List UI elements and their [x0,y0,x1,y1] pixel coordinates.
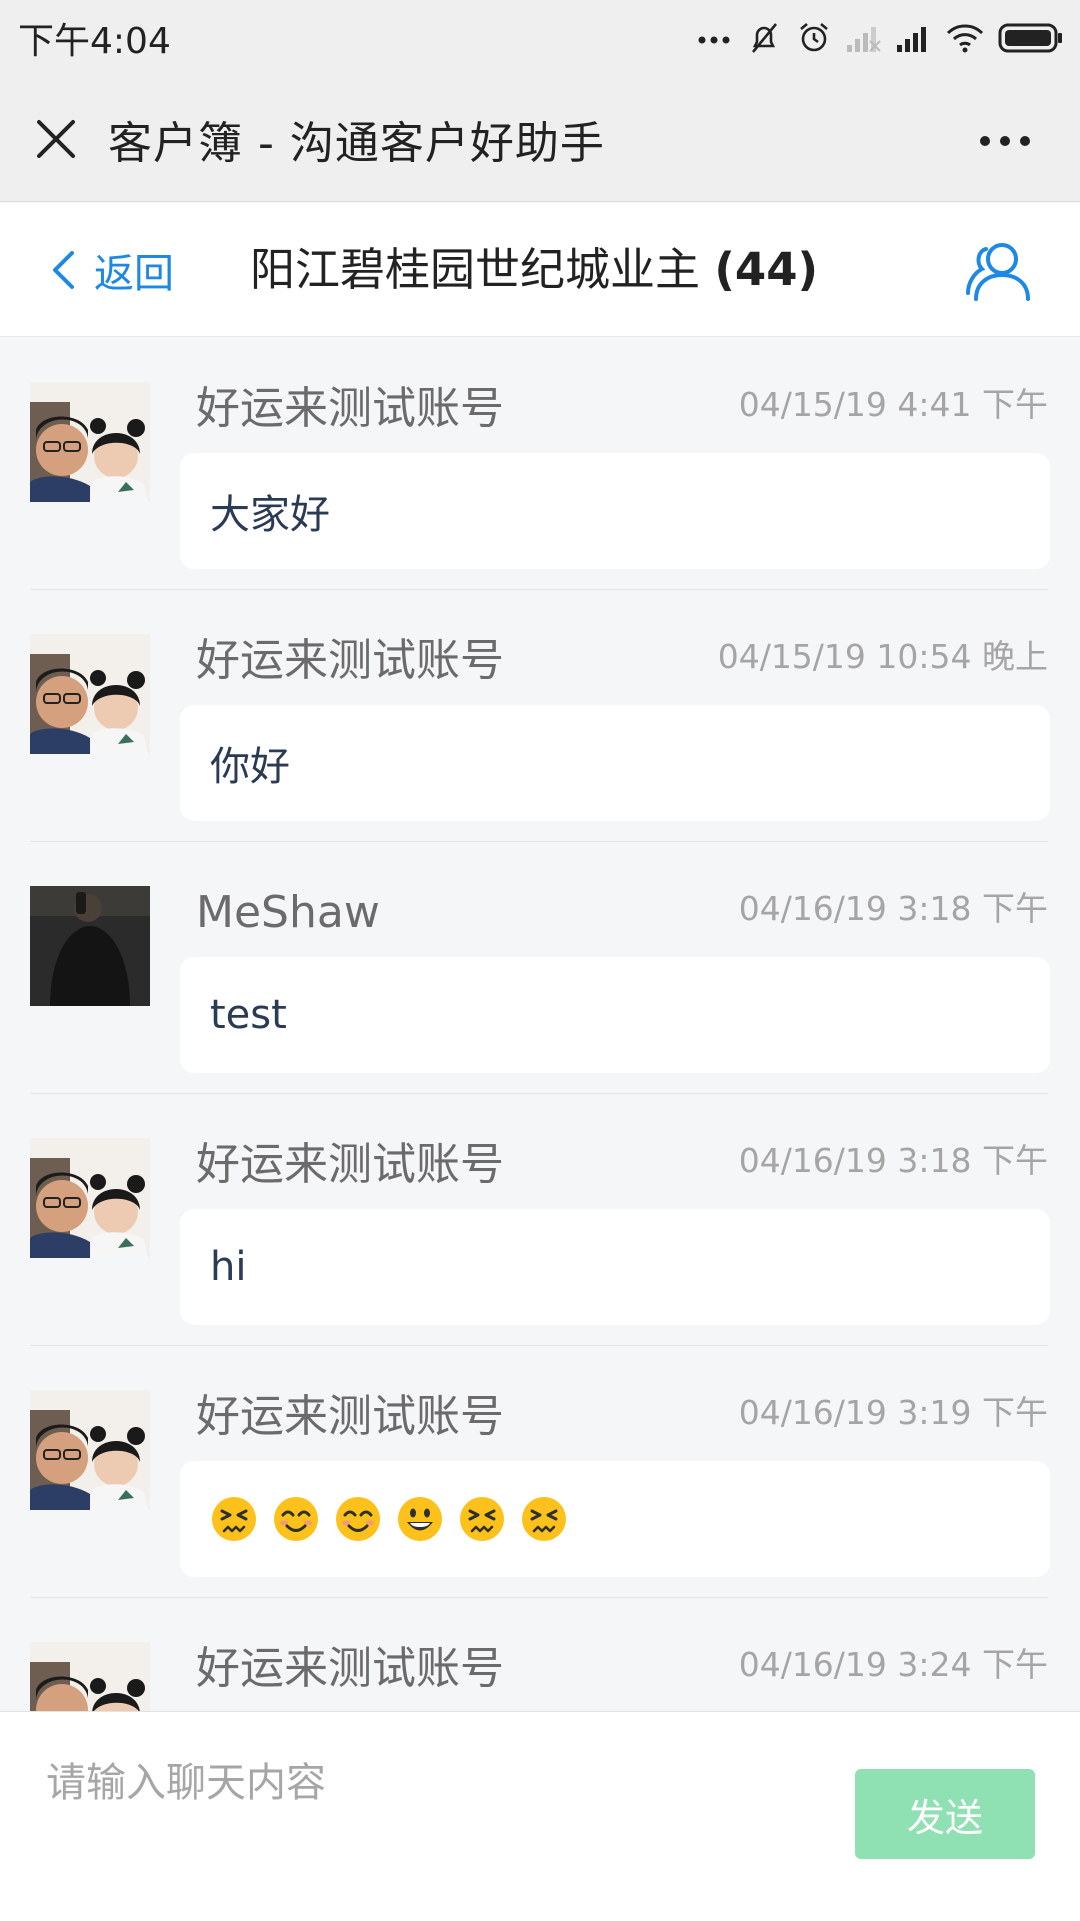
more-dots-icon [698,36,730,44]
close-icon [37,119,75,158]
sender-name: 好运来测试账号 [196,635,504,686]
divider [30,589,1048,590]
message-bubble[interactable] [180,1461,1050,1577]
sender-name: 好运来测试账号 [196,1139,504,1190]
chevron-left-icon [53,251,74,289]
message-bubble[interactable]: 你好 [180,705,1050,821]
message-item: 好运来测试账号 04/16/19 3:24 下午 [0,1597,1080,1711]
divider [30,1345,1048,1346]
status-bar: 下午4:04 [0,0,1080,76]
signal-icon [897,27,926,52]
more-button[interactable] [970,106,1040,176]
avatar[interactable] [30,1390,150,1510]
message-item: MeShaw 04/16/19 3:18 下午 test [0,841,1080,1093]
avatar[interactable] [30,1138,150,1258]
persevering-face-icon [460,1497,504,1541]
sender-name: 好运来测试账号 [196,1643,504,1694]
member-count: (44) [714,243,819,296]
send-button[interactable]: 发送 [855,1769,1035,1859]
avatar[interactable] [30,886,150,1006]
back-label: 返回 [94,251,174,297]
message-time: 04/16/19 3:18 下午 [738,889,1048,928]
divider [30,1093,1048,1094]
sender-name: 好运来测试账号 [196,383,504,434]
persevering-face-icon [212,1497,256,1541]
status-time: 下午4:04 [18,21,171,62]
close-button[interactable] [20,103,92,175]
sender-name: MeShaw [196,887,380,938]
sender-name: 好运来测试账号 [196,1391,504,1442]
avatar[interactable] [30,382,150,502]
message-time: 04/16/19 3:18 下午 [738,1141,1048,1180]
message-item: 好运来测试账号 04/15/19 10:54 晚上 你好 [0,589,1080,841]
message-bubble[interactable]: 大家好 [180,453,1050,569]
status-icons [698,20,1064,56]
grinning-face-icon [398,1497,442,1541]
alarm-icon [800,23,828,52]
chat-input[interactable] [44,1742,828,1824]
mute-icon [751,23,778,53]
message-time: 04/15/19 4:41 下午 [738,385,1048,424]
avatar[interactable] [30,634,150,754]
more-icon [980,136,1030,146]
message-text: 大家好 [210,492,330,538]
message-text: hi [210,1244,247,1290]
battery-icon [998,23,1062,53]
message-time: 04/16/19 3:19 下午 [738,1393,1048,1432]
message-list[interactable]: 好运来测试账号 04/15/19 4:41 下午 大家好 好运来测试账号 04/… [0,337,1080,1711]
smiling-face-icon [336,1497,380,1541]
message-bubble[interactable]: test [180,957,1050,1073]
message-item: 好运来测试账号 04/16/19 3:18 下午 hi [0,1093,1080,1345]
avatar[interactable] [30,1642,150,1711]
divider [30,841,1048,842]
group-name: 阳江碧桂园世纪城业主 [250,243,701,296]
page-title: 阳江碧桂园世纪城业主 (44) [250,237,818,303]
message-item: 好运来测试账号 04/15/19 4:41 下午 大家好 [0,337,1080,589]
title-bar: 客户簿 - 沟通客户好助手 [0,76,1080,202]
smiling-face-icon [274,1497,318,1541]
message-bubble[interactable]: hi [180,1209,1050,1325]
chat-input-bar: 发送 [0,1711,1080,1921]
message-time: 04/15/19 10:54 晚上 [717,637,1048,676]
message-text: test [210,992,287,1038]
divider [30,1597,1048,1598]
app-title: 客户簿 - 沟通客户好助手 [108,117,605,169]
members-icon [966,243,1030,301]
message-text: 你好 [210,744,290,790]
page-header: 返回 阳江碧桂园世纪城业主 (44) [0,203,1080,337]
members-button[interactable] [964,239,1034,303]
persevering-face-icon [522,1497,566,1541]
message-item: 好运来测试账号 04/16/19 3:19 下午 [0,1345,1080,1597]
signal-weak-icon [847,27,881,52]
message-time: 04/16/19 3:24 下午 [738,1645,1048,1684]
wifi-icon [946,24,984,53]
back-button[interactable]: 返回 [50,239,174,301]
